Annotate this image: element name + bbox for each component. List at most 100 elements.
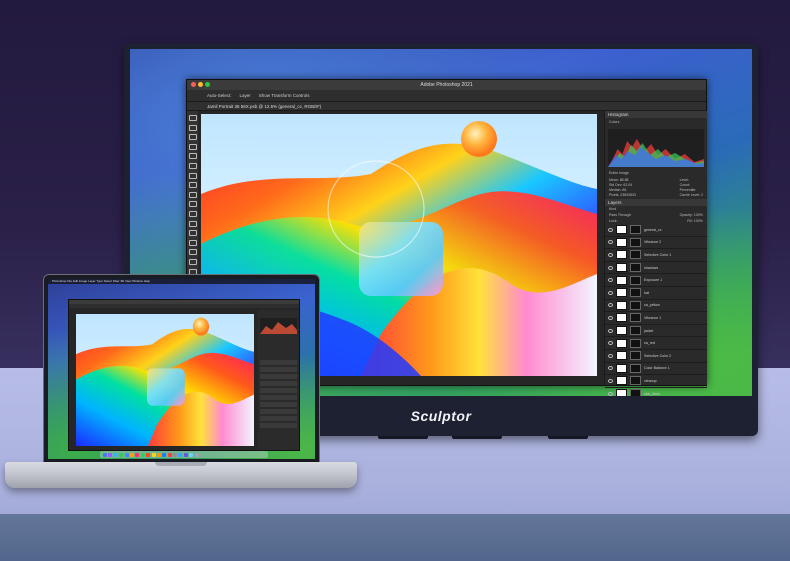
layer-row[interactable]: Vibrance 2 [605, 237, 707, 250]
facetime-icon[interactable] [140, 452, 145, 457]
healing-tool-icon[interactable] [188, 182, 197, 189]
layer-mask-thumbnail [630, 225, 641, 235]
layer-row[interactable]: jacket [605, 325, 707, 338]
eye-icon[interactable] [608, 290, 613, 295]
blur-tool-icon[interactable] [188, 239, 197, 246]
histogram-controls: Colors [605, 118, 707, 126]
layer-mask-thumbnail [630, 300, 641, 310]
layer-row[interactable]: cleanup [605, 375, 707, 388]
eye-icon[interactable] [608, 227, 613, 232]
eye-icon[interactable] [608, 341, 613, 346]
eye-icon[interactable] [608, 252, 613, 257]
eyedropper-tool-icon[interactable] [188, 172, 197, 179]
layer-row[interactable]: general_cc [605, 224, 707, 237]
mail-icon[interactable] [124, 452, 129, 457]
calendar-icon[interactable] [146, 452, 151, 457]
layer-row[interactable]: ca_red [605, 337, 707, 350]
layer-name: skin_blem [644, 391, 661, 396]
reminders-icon[interactable] [156, 452, 161, 457]
blend-mode-select[interactable]: Pass Through [609, 213, 631, 217]
music-icon[interactable] [167, 452, 172, 457]
eye-icon[interactable] [608, 328, 613, 333]
safari-icon[interactable] [113, 452, 118, 457]
photos-icon[interactable] [135, 452, 140, 457]
eraser-tool-icon[interactable] [188, 220, 197, 227]
stamp-tool-icon[interactable] [188, 201, 197, 208]
histogram-source[interactable]: Entire Image [609, 171, 629, 175]
gradient-tool-icon[interactable] [188, 230, 197, 237]
pen-tool-icon[interactable] [188, 258, 197, 265]
laptop-right-panels [258, 310, 299, 450]
eye-icon[interactable] [608, 278, 613, 283]
laptop-document-canvas[interactable] [76, 314, 254, 446]
move-tool-icon[interactable] [188, 115, 197, 121]
eye-icon[interactable] [608, 315, 613, 320]
fill-field[interactable]: Fill: 100% [687, 219, 703, 223]
layer-row[interactable]: Selective Color 1 [605, 249, 707, 262]
layer-row[interactable]: Exposure 1 [605, 274, 707, 287]
eye-icon[interactable] [608, 391, 613, 396]
eye-icon[interactable] [608, 265, 613, 270]
layers-panel-title[interactable]: Layers [605, 199, 707, 206]
histogram-source-row: Entire Image [605, 170, 707, 177]
layer-thumbnail [616, 300, 627, 310]
messages-icon[interactable] [119, 452, 124, 457]
eye-icon[interactable] [608, 303, 613, 308]
minimize-icon[interactable] [198, 82, 203, 87]
histogram-panel-title[interactable]: Histogram [605, 111, 707, 118]
layer-row[interactable]: hat [605, 287, 707, 300]
layer-row[interactable]: shadows [605, 262, 707, 275]
dodge-tool-icon[interactable] [188, 249, 197, 256]
layer-row[interactable]: Color Balance 1 [605, 363, 707, 376]
trash-icon[interactable] [194, 452, 199, 457]
layer-mask-thumbnail [630, 338, 641, 348]
notes-icon[interactable] [151, 452, 156, 457]
maps-icon[interactable] [129, 452, 134, 457]
eye-icon[interactable] [608, 378, 613, 383]
auto-select-label[interactable]: Auto-Select: [207, 93, 232, 98]
laptop-lid: Photoshop File Edit Image Layer Type Sel… [43, 274, 320, 464]
layer-name: shadows [644, 265, 659, 270]
layer-mask-thumbnail [630, 275, 641, 285]
close-icon[interactable] [191, 82, 196, 87]
lasso-tool-icon[interactable] [188, 134, 197, 141]
laptop-panel-graphics [260, 318, 297, 428]
monitor-foot-left [378, 436, 428, 439]
layer-thumbnail [616, 326, 627, 336]
laptop-menubar[interactable]: Photoshop File Edit Image Layer Type Sel… [48, 279, 315, 284]
crop-tool-icon[interactable] [188, 153, 197, 160]
maximize-icon[interactable] [205, 82, 210, 87]
layer-mask-thumbnail [630, 389, 641, 396]
photoshop-dock-icon[interactable] [178, 452, 183, 457]
eye-icon[interactable] [608, 353, 613, 358]
layer-thumbnail [616, 313, 627, 323]
quick-select-tool-icon[interactable] [188, 143, 197, 150]
show-transform-checkbox[interactable]: Show Transform Controls [259, 93, 310, 98]
brush-tool-icon[interactable] [188, 191, 197, 198]
layer-row[interactable]: skin_blem [605, 388, 707, 396]
layer-mask-thumbnail [630, 263, 641, 273]
layer-row[interactable]: ca_yellow [605, 300, 707, 313]
history-brush-icon[interactable] [188, 210, 197, 217]
layers-filter[interactable]: Kind [609, 207, 616, 211]
layer-row[interactable]: Vibrance 1 [605, 312, 707, 325]
launchpad-icon[interactable] [108, 452, 113, 457]
histogram-channel[interactable]: Colors [609, 120, 619, 124]
layer-select[interactable]: Layer [240, 93, 251, 98]
layer-name: Selective Color 2 [644, 353, 672, 358]
podcasts-icon[interactable] [183, 452, 188, 457]
layer-row[interactable]: Selective Color 2 [605, 350, 707, 363]
eye-icon[interactable] [608, 240, 613, 245]
finder-icon[interactable] [103, 452, 107, 457]
downloads-icon[interactable] [189, 452, 194, 457]
document-tab[interactable]: Jamil Portrait 36 56X.psb @ 12.5% (gener… [187, 102, 706, 111]
eye-icon[interactable] [608, 366, 613, 371]
frame-tool-icon[interactable] [188, 162, 197, 169]
app-store-icon[interactable] [162, 452, 167, 457]
layer-mask-thumbnail [630, 237, 641, 247]
layer-thumbnail [616, 237, 627, 247]
opacity-field[interactable]: Opacity: 100% [680, 213, 703, 217]
settings-icon[interactable] [173, 452, 178, 457]
window-controls [191, 82, 210, 87]
marquee-tool-icon[interactable] [188, 124, 197, 131]
